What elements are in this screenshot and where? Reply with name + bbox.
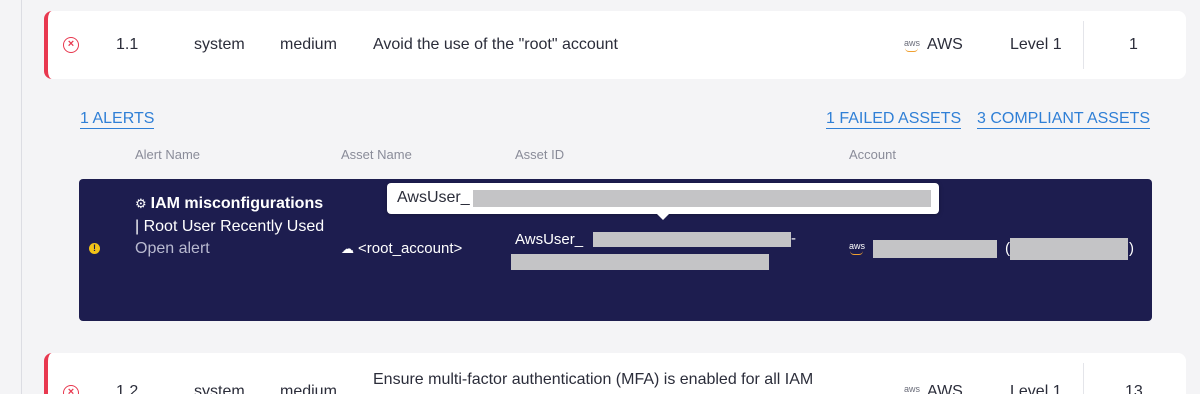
redacted-block bbox=[511, 254, 769, 270]
rule-category: system bbox=[194, 36, 245, 53]
redacted-block bbox=[473, 190, 931, 207]
rule-provider: AWS bbox=[927, 383, 963, 394]
redacted-block bbox=[593, 232, 791, 247]
rule-provider: AWS bbox=[927, 36, 963, 53]
open-alert-link[interactable]: Open alert bbox=[135, 238, 325, 261]
rule-category: system bbox=[194, 383, 245, 394]
failed-status-icon: × bbox=[63, 385, 79, 394]
redacted-block bbox=[1010, 238, 1128, 260]
account-paren-close: ) bbox=[1129, 240, 1134, 257]
column-header-asset-id: Asset ID bbox=[515, 147, 565, 162]
rule-level: Level 1 bbox=[1010, 36, 1062, 53]
alert-title: IAM misconfigurations bbox=[150, 195, 324, 212]
misconfiguration-icon: ⚙ bbox=[135, 196, 147, 211]
aws-icon: aws bbox=[904, 384, 921, 394]
redacted-block bbox=[873, 240, 997, 258]
failed-assets-link[interactable]: 1 FAILED ASSETS bbox=[826, 110, 962, 129]
rule-count: 1 bbox=[1129, 36, 1138, 53]
rule-level: Level 1 bbox=[1010, 383, 1062, 394]
alerts-link[interactable]: 1 ALERTS bbox=[80, 110, 155, 129]
column-divider bbox=[1083, 21, 1084, 69]
cloud-icon: ☁ bbox=[341, 241, 354, 256]
column-header-alert-name: Alert Name bbox=[135, 147, 201, 162]
rule-count: 13 bbox=[1125, 383, 1143, 394]
asset-name-text: <root_account> bbox=[358, 240, 463, 257]
rule-title: Avoid the use of the "root" account bbox=[373, 36, 618, 53]
rule-id: 1.1 bbox=[116, 36, 139, 53]
asset-name: ☁ <root_account> bbox=[341, 240, 462, 257]
rule-row[interactable]: × 1.2 system medium Ensure multi-factor … bbox=[44, 353, 1186, 394]
rule-severity: medium bbox=[280, 36, 337, 53]
rule-row[interactable]: × 1.1 system medium Avoid the use of the… bbox=[44, 11, 1186, 79]
column-header-account: Account bbox=[849, 147, 896, 162]
compliant-assets-link[interactable]: 3 COMPLIANT ASSETS bbox=[977, 110, 1151, 129]
asset-id[interactable]: AwsUser_ bbox=[515, 231, 583, 248]
aws-icon: aws bbox=[849, 241, 866, 255]
alert-name: ⚙ IAM misconfigurations | Root User Recen… bbox=[135, 193, 325, 261]
asset-id-prefix: AwsUser_ bbox=[515, 231, 584, 248]
rule-id: 1.2 bbox=[116, 383, 139, 394]
tooltip-text: AwsUser_ bbox=[397, 189, 470, 206]
aws-icon: aws bbox=[904, 38, 921, 52]
warning-dot-icon: ! bbox=[89, 243, 100, 254]
rule-severity: medium bbox=[280, 383, 337, 394]
page-left-border bbox=[21, 0, 22, 394]
asset-id-separator: - bbox=[791, 230, 796, 247]
column-header-asset-name: Asset Name bbox=[341, 147, 412, 162]
column-divider bbox=[1083, 363, 1084, 394]
failed-status-icon: × bbox=[63, 37, 79, 53]
rule-title: Ensure multi-factor authentication (MFA)… bbox=[373, 371, 814, 388]
alert-subtitle: | Root User Recently Used bbox=[135, 217, 325, 235]
asset-id-tooltip: AwsUser_ bbox=[387, 183, 939, 220]
